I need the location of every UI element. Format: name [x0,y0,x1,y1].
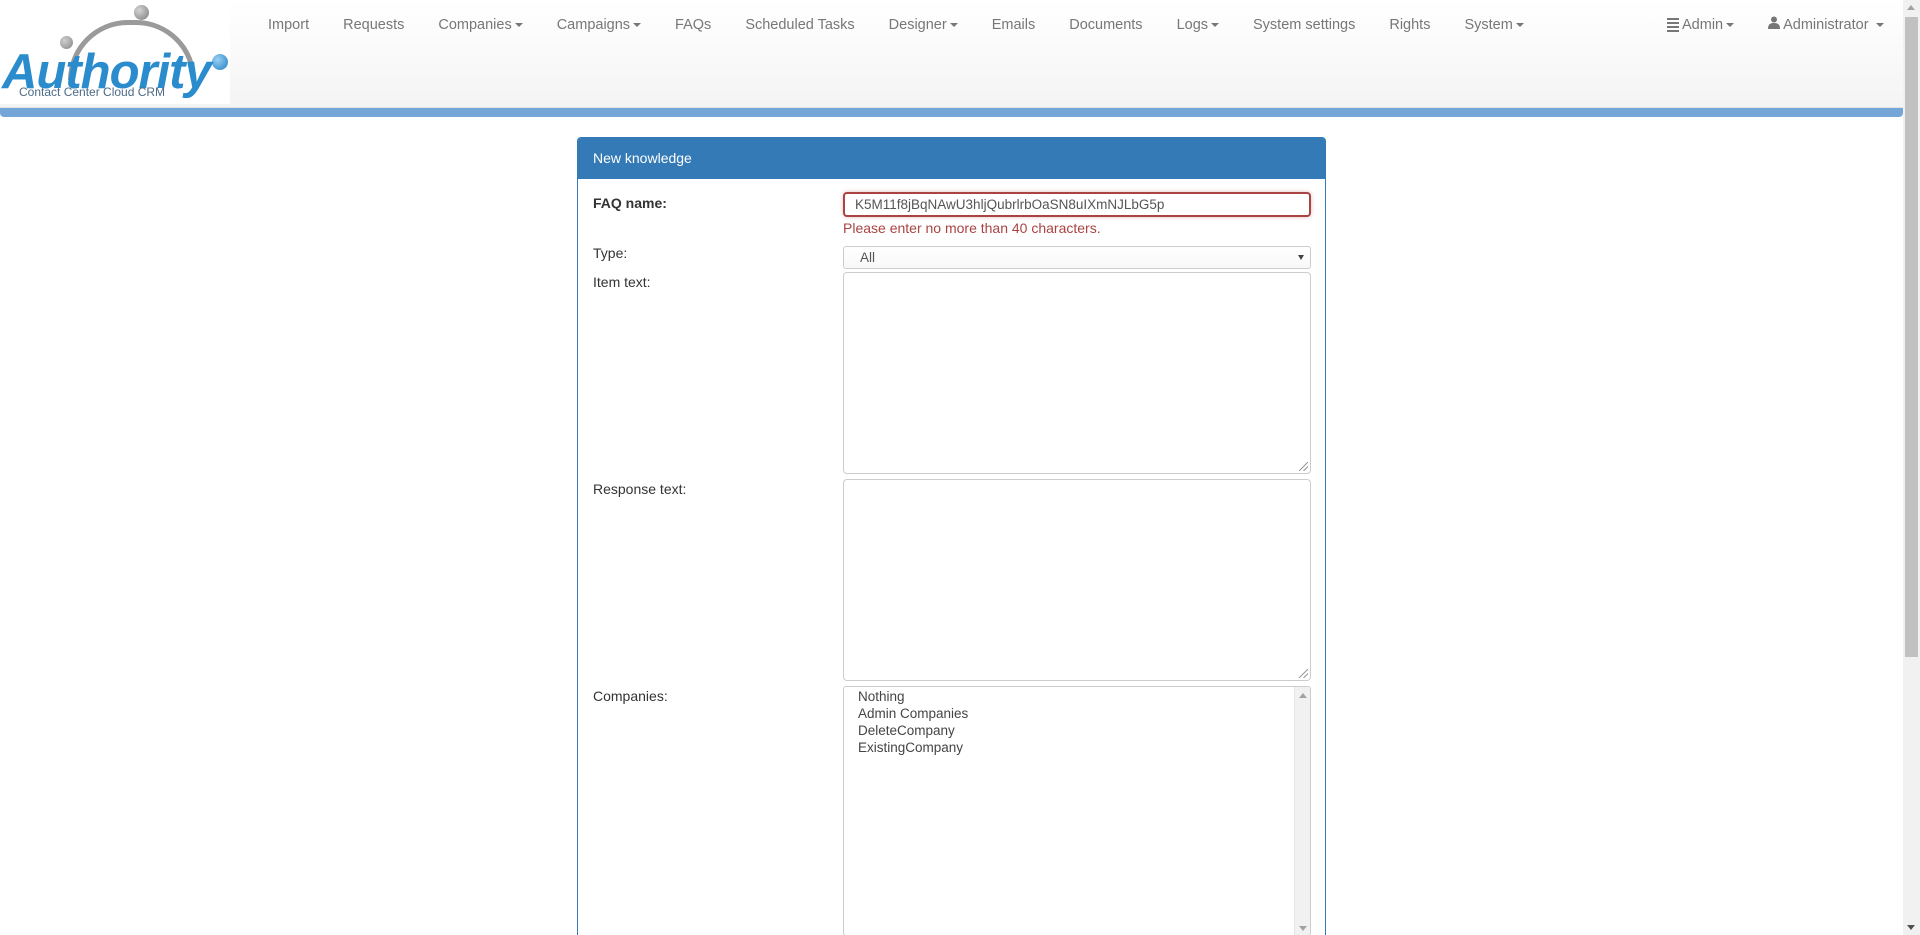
logo-tagline: Contact Center Cloud CRM [19,85,166,99]
scroll-up-arrow-icon[interactable] [1907,5,1915,10]
admin-menu-label: Admin [1682,17,1724,33]
faq-name-error: Please enter no more than 40 characters. [843,220,1101,236]
nav-item-companies[interactable]: Companies [421,0,539,50]
admin-menu[interactable]: Admin [1650,0,1751,50]
companies-option[interactable]: ExistingCompany [844,739,1310,756]
scroll-down-arrow-icon[interactable] [1299,926,1307,931]
nav-item-label: System settings [1253,17,1356,33]
nav-item-label: Emails [991,17,1036,33]
response-text-textarea[interactable] [843,479,1311,681]
caret-down-icon [514,23,523,27]
nav-item-system-settings[interactable]: System settings [1236,0,1372,50]
nav-item-scheduled-tasks[interactable]: Scheduled Tasks [728,0,871,50]
item-text-textarea[interactable] [843,272,1311,474]
header-accent-bar [0,108,1903,117]
user-nav: Admin Administrator [1650,0,1901,50]
item-text-label: Item text: [593,274,651,290]
scroll-up-arrow-icon[interactable] [1299,693,1307,698]
nav-item-label: Campaigns [556,17,631,33]
type-label: Type: [593,245,628,261]
nav-item-rights[interactable]: Rights [1372,0,1447,50]
user-icon [1768,0,1781,50]
caret-down-icon [1211,23,1220,27]
nav-item-import[interactable]: Import [251,0,326,50]
companies-option[interactable]: DeleteCompany [844,722,1310,739]
nav-item-label: Companies [438,17,512,33]
page-scrollbar[interactable] [1903,0,1920,935]
nav-item-logs[interactable]: Logs [1160,0,1236,50]
panel-title: New knowledge [578,138,1325,179]
listbox-scrollbar[interactable] [1294,687,1310,935]
type-select-value: All [860,250,876,265]
companies-listbox[interactable]: Nothing Admin Companies DeleteCompany Exist… [843,686,1311,935]
scroll-down-arrow-icon[interactable] [1907,925,1915,930]
nav-item-label: Logs [1176,17,1209,33]
new-knowledge-panel: New knowledge FAQ name: Please enter no … [577,137,1326,935]
resize-grip-icon[interactable] [1299,462,1308,471]
nav-item-label: Designer [888,17,947,33]
user-menu[interactable]: Administrator [1751,0,1900,50]
nav-item-system[interactable]: System [1447,0,1540,50]
nav-item-label: Requests [343,17,405,33]
type-select[interactable]: All [843,246,1311,269]
page-scroll-thumb[interactable] [1905,17,1918,657]
nav-item-label: Import [268,17,310,33]
companies-option[interactable]: Admin Companies [844,705,1310,722]
caret-down-icon [1515,23,1524,27]
list-icon [1667,18,1679,32]
response-text-label: Response text: [593,481,687,497]
resize-grip-icon[interactable] [1299,669,1308,678]
nav-item-label: System [1464,17,1513,33]
nav-item-campaigns[interactable]: Campaigns [540,0,658,50]
companies-option[interactable]: Nothing [844,688,1310,705]
nav-item-label: Rights [1389,17,1431,33]
top-navbar: Authority Contact Center Cloud CRM Impor… [0,0,1903,108]
logo-person-icon [134,5,149,20]
nav-item-designer[interactable]: Designer [872,0,975,50]
faq-name-label: FAQ name: [593,195,667,211]
logo-dot-blue-icon [212,54,228,70]
nav-item-label: Scheduled Tasks [745,17,855,33]
nav-item-documents[interactable]: Documents [1052,0,1159,50]
companies-options: Nothing Admin Companies DeleteCompany Exist… [844,687,1310,756]
caret-down-icon [633,23,642,27]
caret-down-icon [1726,23,1735,27]
faq-name-input[interactable] [843,192,1311,217]
nav-item-faqs[interactable]: FAQs [658,0,728,50]
caret-down-icon [1875,23,1884,27]
authority-logo[interactable]: Authority Contact Center Cloud CRM [0,0,230,104]
caret-down-icon [949,23,958,27]
nav-item-emails[interactable]: Emails [975,0,1053,50]
companies-label: Companies: [593,688,668,704]
nav-item-label: FAQs [675,17,712,33]
dropdown-arrow-icon [1298,255,1304,260]
nav-item-requests[interactable]: Requests [326,0,421,50]
nav-item-label: Documents [1069,17,1143,33]
main-nav: Import Requests Companies Campaigns FAQs Sche… [251,0,1541,50]
user-menu-label: Administrator [1783,17,1869,33]
